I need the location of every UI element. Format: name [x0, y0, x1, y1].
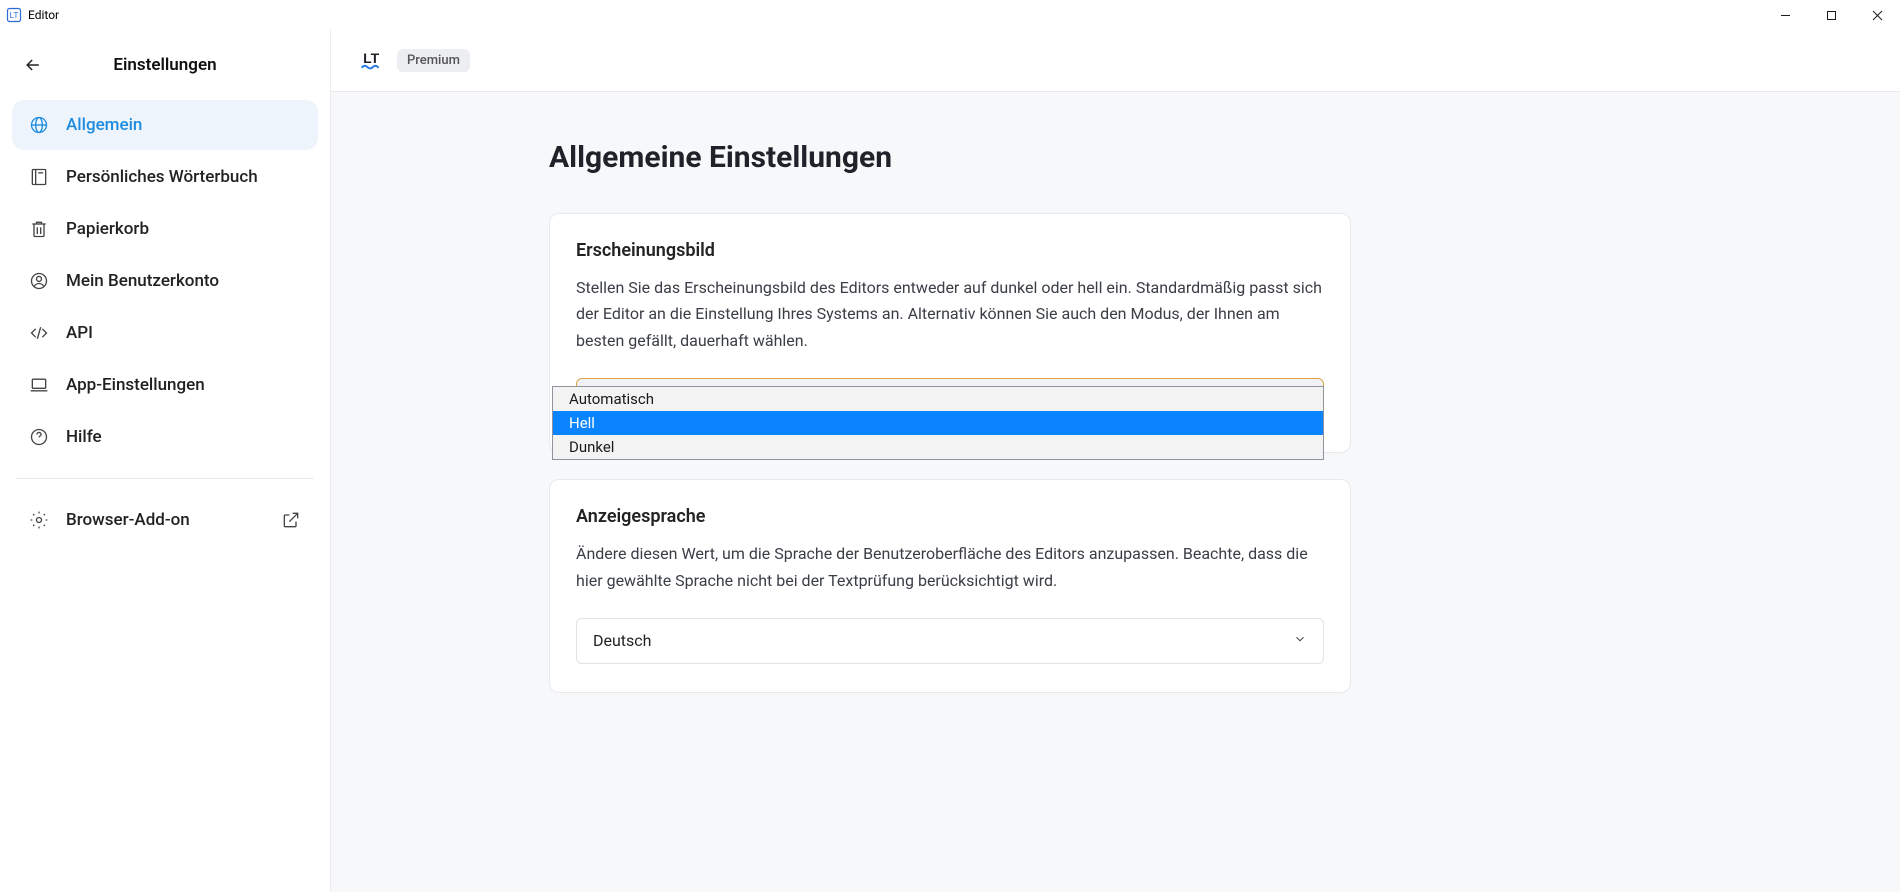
sidebar-item-account[interactable]: Mein Benutzerkonto: [12, 256, 318, 306]
appearance-option-light[interactable]: Hell: [553, 411, 1323, 435]
sidebar-item-label: App-Einstellungen: [66, 375, 205, 395]
language-title: Anzeigesprache: [576, 506, 1324, 527]
sidebar-item-help[interactable]: Hilfe: [12, 412, 318, 462]
external-link-icon: [280, 509, 302, 531]
appearance-option-dark[interactable]: Dunkel: [553, 435, 1323, 459]
sidebar-item-trash[interactable]: Papierkorb: [12, 204, 318, 254]
sidebar-nav: Allgemein Persönliches Wörterbuch Papier…: [12, 100, 318, 545]
user-icon: [28, 270, 50, 292]
sidebar-item-label: Browser-Add-on: [66, 510, 190, 530]
help-icon: [28, 426, 50, 448]
sidebar-item-label: API: [66, 323, 93, 343]
appearance-title: Erscheinungsbild: [576, 240, 1324, 261]
language-select-value: Deutsch: [593, 631, 651, 650]
sidebar-title: Einstellungen: [18, 55, 312, 75]
sidebar-item-label: Mein Benutzerkonto: [66, 271, 219, 291]
appearance-dropdown: Automatisch Hell Dunkel: [552, 386, 1324, 460]
sidebar-item-label: Papierkorb: [66, 219, 149, 239]
book-icon: [28, 166, 50, 188]
app-icon: LT: [6, 7, 22, 23]
sidebar-item-label: Persönliches Wörterbuch: [66, 167, 258, 187]
sidebar-item-general[interactable]: Allgemein: [12, 100, 318, 150]
page-heading: Allgemeine Einstellungen: [549, 140, 1351, 175]
sidebar-item-api[interactable]: API: [12, 308, 318, 358]
premium-badge[interactable]: Premium: [397, 49, 470, 72]
sidebar: Einstellungen Allgemein Persönliches Wör…: [0, 30, 330, 892]
window-controls: [1762, 0, 1900, 30]
content-topbar: LT Premium: [331, 30, 1900, 92]
content-area: Allgemeine Einstellungen Erscheinungsbil…: [331, 92, 1900, 892]
maximize-button[interactable]: [1808, 0, 1854, 30]
window-title: Editor: [28, 8, 59, 22]
gear-icon: [28, 509, 50, 531]
svg-text:LT: LT: [10, 11, 19, 20]
sidebar-header: Einstellungen: [12, 38, 318, 100]
app-body: Einstellungen Allgemein Persönliches Wör…: [0, 30, 1900, 892]
close-button[interactable]: [1854, 0, 1900, 30]
appearance-card: Erscheinungsbild Stellen Sie das Erschei…: [549, 213, 1351, 453]
titlebar: LT Editor: [0, 0, 1900, 30]
globe-icon: [28, 114, 50, 136]
trash-icon: [28, 218, 50, 240]
chevron-down-icon: [1293, 631, 1307, 650]
sidebar-item-appsettings[interactable]: App-Einstellungen: [12, 360, 318, 410]
laptop-icon: [28, 374, 50, 396]
minimize-button[interactable]: [1762, 0, 1808, 30]
svg-text:LT: LT: [363, 49, 380, 65]
sidebar-item-addon[interactable]: Browser-Add-on: [12, 495, 318, 545]
content-wrap: LT Premium Allgemeine Einstellungen Ersc…: [330, 30, 1900, 892]
titlebar-left: LT Editor: [6, 7, 59, 23]
code-icon: [28, 322, 50, 344]
appearance-option-auto[interactable]: Automatisch: [553, 387, 1323, 411]
language-desc: Ändere diesen Wert, um die Sprache der B…: [576, 541, 1324, 594]
sidebar-item-label: Allgemein: [66, 115, 142, 135]
lt-logo: LT: [357, 47, 385, 75]
language-card: Anzeigesprache Ändere diesen Wert, um di…: [549, 479, 1351, 693]
sidebar-divider: [16, 478, 314, 479]
language-select[interactable]: Deutsch: [576, 618, 1324, 664]
sidebar-item-label: Hilfe: [66, 427, 102, 447]
content-inner: Allgemeine Einstellungen Erscheinungsbil…: [549, 140, 1351, 693]
sidebar-item-dictionary[interactable]: Persönliches Wörterbuch: [12, 152, 318, 202]
appearance-desc: Stellen Sie das Erscheinungsbild des Edi…: [576, 275, 1324, 354]
